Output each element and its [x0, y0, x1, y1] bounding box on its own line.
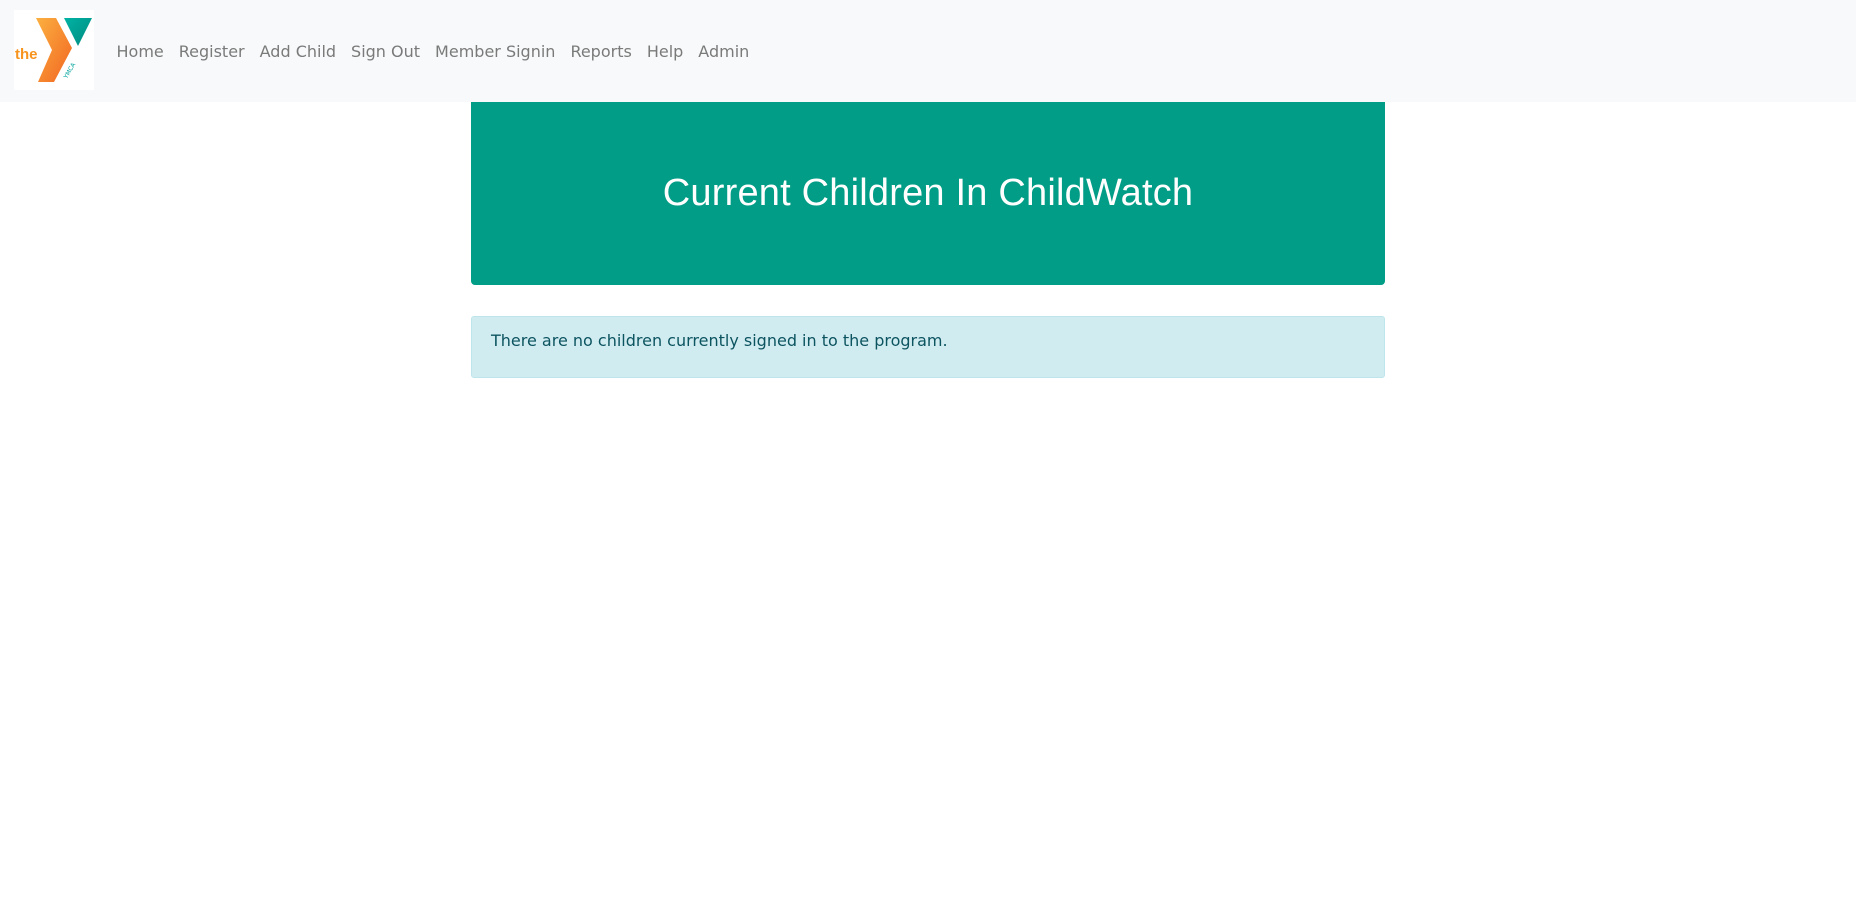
page-header-banner: Current Children In ChildWatch	[471, 102, 1385, 285]
nav-sign-out[interactable]: Sign Out	[344, 42, 428, 61]
nav-member-signin[interactable]: Member Signin	[428, 42, 563, 61]
ymca-logo-icon: YMCA the	[15, 18, 92, 82]
alert-message: There are no children currently signed i…	[491, 331, 948, 350]
nav-home[interactable]: Home	[109, 42, 171, 61]
nav-reports[interactable]: Reports	[563, 42, 639, 61]
info-alert: There are no children currently signed i…	[471, 316, 1385, 378]
top-navbar: YMCA the Home Register Add Child Sign Ou…	[0, 0, 1856, 102]
svg-text:the: the	[15, 46, 38, 63]
nav-add-child[interactable]: Add Child	[252, 42, 343, 61]
nav-admin[interactable]: Admin	[691, 42, 757, 61]
ymca-logo[interactable]: YMCA the	[14, 10, 94, 90]
svg-text:YMCA: YMCA	[62, 61, 78, 81]
nav-register[interactable]: Register	[171, 42, 252, 61]
page-title: Current Children In ChildWatch	[662, 172, 1194, 214]
nav-help[interactable]: Help	[639, 42, 690, 61]
main-nav: Home Register Add Child Sign Out Member …	[109, 0, 757, 102]
